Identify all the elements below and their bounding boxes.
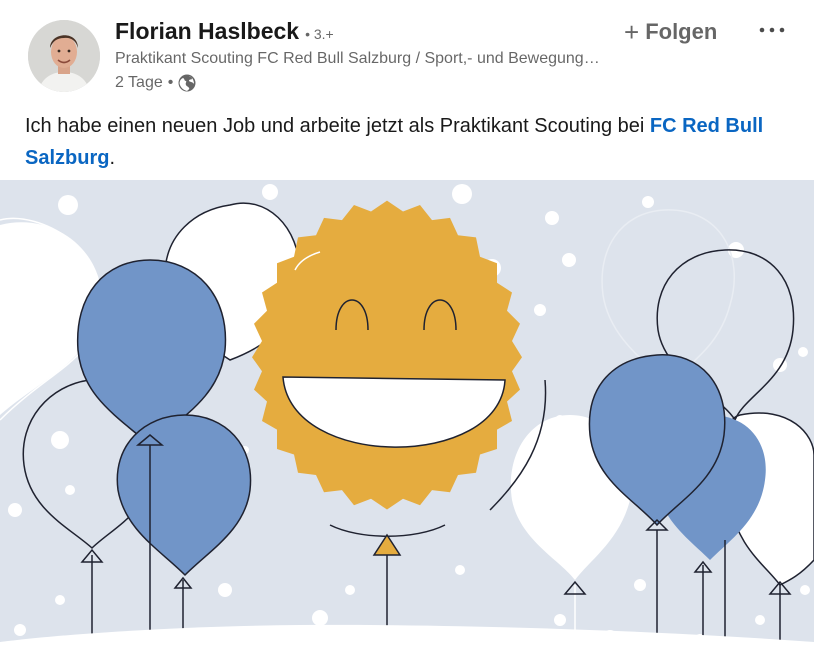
plus-icon: + xyxy=(624,17,640,47)
post-text-body: Ich habe einen neuen Job und arbeite jet… xyxy=(25,115,650,137)
follow-button[interactable]: + Folgen xyxy=(624,15,717,49)
avatar-photo xyxy=(28,20,100,92)
post-text-end: . xyxy=(109,147,116,169)
feed-post-card: Florian Haslbeck • 3.+ Praktikant Scouti… xyxy=(0,0,814,654)
author-avatar[interactable] xyxy=(28,20,100,92)
post-text: Ich habe einen neuen Job und arbeite jet… xyxy=(25,110,795,174)
connection-degree: • 3.+ xyxy=(305,26,334,42)
post-meta: 2 Tage • xyxy=(115,74,196,92)
globe-icon xyxy=(178,74,196,92)
post-time[interactable]: 2 Tage xyxy=(115,74,163,92)
author-name-row: Florian Haslbeck • 3.+ xyxy=(115,18,334,45)
ellipsis-icon xyxy=(759,27,785,33)
celebration-illustration xyxy=(0,180,814,654)
follow-label: Folgen xyxy=(645,19,718,44)
post-image[interactable] xyxy=(0,180,814,654)
meta-separator: • xyxy=(167,74,174,91)
author-headline: Praktikant Scouting FC Red Bull Salzburg… xyxy=(115,50,605,67)
author-name[interactable]: Florian Haslbeck xyxy=(115,18,299,45)
more-options-button[interactable] xyxy=(754,12,790,48)
